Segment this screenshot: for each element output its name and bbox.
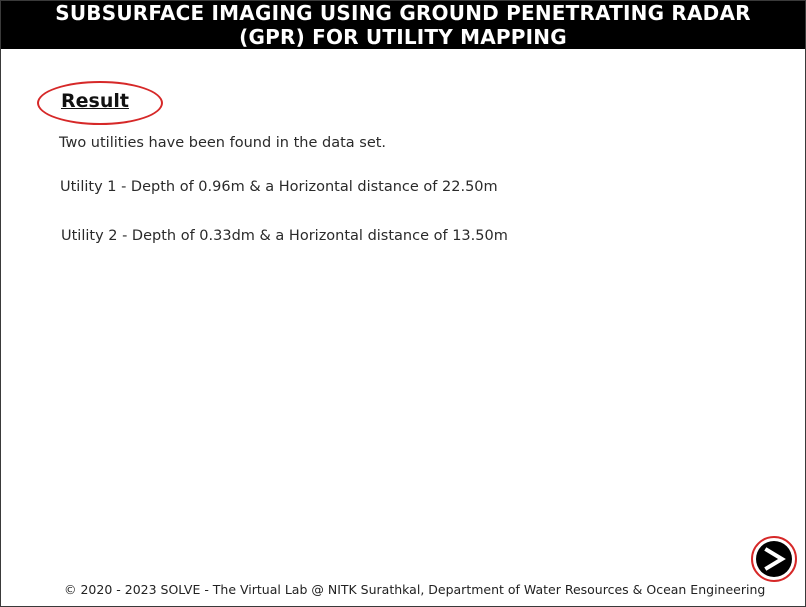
utility-2-result: Utility 2 - Depth of 0.33dm & a Horizont… <box>61 228 508 244</box>
next-arrow-icon <box>764 547 786 571</box>
result-summary: Two utilities have been found in the dat… <box>59 135 387 151</box>
utility-1-result: Utility 1 - Depth of 0.96m & a Horizonta… <box>60 179 498 195</box>
page-header: SUBSURFACE IMAGING USING GROUND PENETRAT… <box>1 1 805 49</box>
page-frame: SUBSURFACE IMAGING USING GROUND PENETRAT… <box>0 0 806 607</box>
result-heading: Result <box>61 90 129 112</box>
page-title-line-1: SUBSURFACE IMAGING USING GROUND PENETRAT… <box>55 1 751 25</box>
result-heading-highlight: Result <box>37 81 163 125</box>
next-button[interactable] <box>756 541 792 577</box>
next-button-highlight[interactable] <box>751 536 797 582</box>
page-title-line-2: (GPR) FOR UTILITY MAPPING <box>239 25 567 49</box>
footer-copyright: © 2020 - 2023 SOLVE - The Virtual Lab @ … <box>64 582 766 597</box>
